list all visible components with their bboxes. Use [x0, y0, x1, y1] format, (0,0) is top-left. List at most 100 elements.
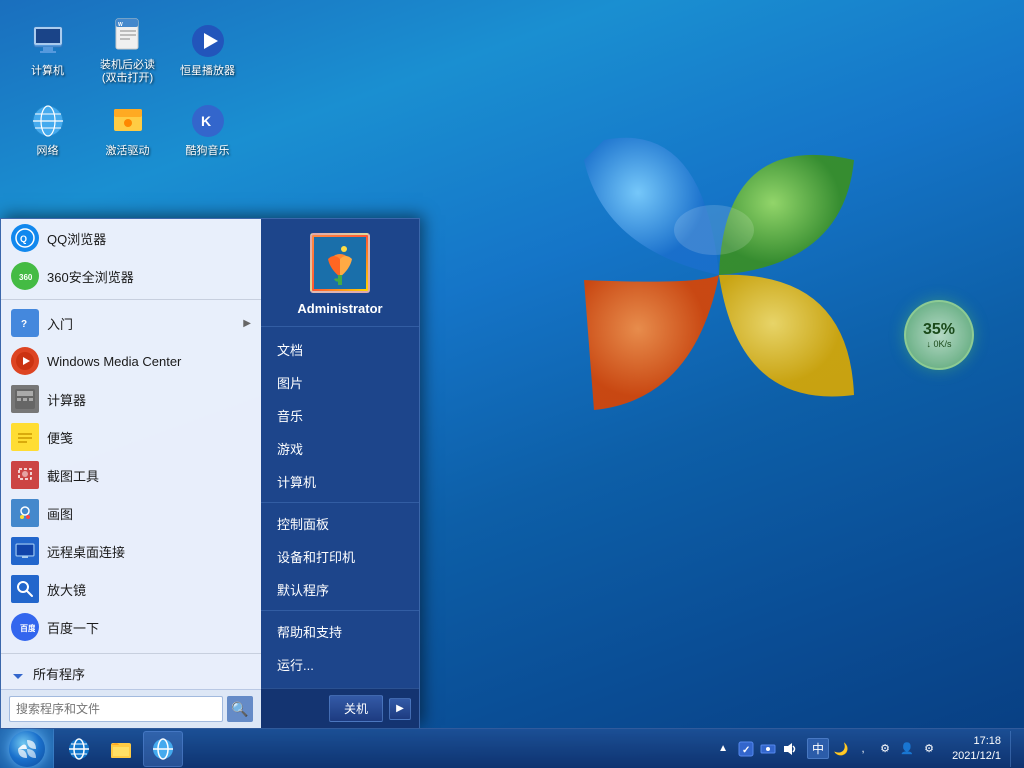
network-label: 网络: [37, 145, 59, 158]
svg-text:360: 360: [19, 273, 33, 282]
menu-item-wmc[interactable]: Windows Media Center: [1, 342, 261, 380]
baidu-label: 百度一下: [47, 618, 251, 637]
desktop-icon-network[interactable]: 网络: [10, 90, 85, 170]
desktop-icon-activate[interactable]: 激活驱动: [90, 90, 165, 170]
menu-item-remote[interactable]: 远程桌面连接: [1, 532, 261, 570]
clock[interactable]: 17:18 2021/12/1: [946, 734, 1007, 763]
start-button[interactable]: [0, 729, 54, 768]
tray-network-icon[interactable]: [758, 739, 778, 759]
wmc-icon: [11, 347, 39, 375]
svg-text:K: K: [201, 113, 211, 129]
right-menu-help[interactable]: 帮助和支持: [261, 615, 419, 648]
perf-speed: ↓ 0K/s: [926, 339, 951, 349]
system-tray: ▲ ✓ 中 🌙 , ⚙: [707, 729, 1024, 768]
tray-volume-icon[interactable]: [780, 739, 800, 759]
menu-item-calculator[interactable]: 计算器: [1, 380, 261, 418]
ime-button[interactable]: 中: [807, 738, 829, 759]
shutdown-arrow[interactable]: ▶: [389, 698, 411, 720]
activate-icon: [108, 101, 148, 141]
user-section: Administrator: [261, 219, 419, 327]
ime-indicator: 中 🌙 , ⚙ 👤 ⚙: [807, 738, 939, 759]
menu-item-intro[interactable]: ? 入门 ▶: [1, 304, 261, 342]
ie2-icon: [151, 737, 175, 761]
taskbar-pinned-items: [54, 729, 707, 768]
right-menu-computer[interactable]: 计算机: [261, 465, 419, 498]
left-panel-items: Q QQ浏览器 360 360安全浏览器: [1, 219, 261, 649]
shutdown-button[interactable]: 关机: [329, 695, 383, 722]
right-menu-music[interactable]: 音乐: [261, 399, 419, 432]
menu-item-snip[interactable]: 截图工具: [1, 456, 261, 494]
ime-extra-2[interactable]: ⚙: [875, 739, 895, 759]
menu-item-360-browser[interactable]: 360 360安全浏览器: [1, 257, 261, 295]
perf-percent: 35%: [923, 321, 955, 339]
show-desktop-button[interactable]: [1010, 731, 1018, 767]
taskbar-explorer[interactable]: [101, 731, 141, 767]
right-menu-devices[interactable]: 设备和打印机: [261, 540, 419, 573]
intro-label: 入门: [47, 314, 235, 333]
menu-item-baidu[interactable]: 百度 百度一下: [1, 608, 261, 646]
desktop-icon-row-2: 网络 激活驱动 K: [10, 90, 245, 170]
baidu-icon: 百度: [11, 613, 39, 641]
right-menu-default-prog[interactable]: 默认程序: [261, 573, 419, 606]
start-orb: [9, 731, 45, 767]
right-separator-2: [261, 610, 419, 611]
snip-icon: [11, 461, 39, 489]
right-menu-picture[interactable]: 图片: [261, 366, 419, 399]
desktop-icon-hengxing[interactable]: 恒星播放器: [170, 10, 245, 90]
taskbar-ie2[interactable]: [143, 731, 183, 767]
desktop-icon-kkdog[interactable]: K 酷狗音乐: [170, 90, 245, 170]
sticky-icon: [11, 423, 39, 451]
kkdog-icon: K: [188, 101, 228, 141]
svg-text:?: ?: [21, 319, 27, 330]
svg-text:Q: Q: [20, 234, 27, 244]
desktop-icon-row-1: 计算机 W 装机后必读(双击打开): [10, 10, 245, 90]
start-menu: Q QQ浏览器 360 360安全浏览器: [0, 218, 420, 728]
desktop-icon-setup[interactable]: W 装机后必读(双击打开): [90, 10, 165, 90]
start-menu-right-panel: Administrator 文档 图片 音乐 游戏: [261, 219, 419, 728]
windows-logo: [544, 100, 894, 450]
svg-text:百度: 百度: [20, 623, 35, 633]
search-input[interactable]: [9, 696, 223, 722]
360-browser-icon: 360: [11, 262, 39, 290]
menu-item-sticky[interactable]: 便笺: [1, 418, 261, 456]
right-menu-run[interactable]: 运行...: [261, 648, 419, 681]
all-programs-icon: [11, 667, 25, 681]
taskbar: ▲ ✓ 中 🌙 , ⚙: [0, 728, 1024, 768]
magnifier-icon: [11, 575, 39, 603]
menu-item-paint[interactable]: 画图: [1, 494, 261, 532]
tray-icons: ✓: [736, 739, 800, 759]
start-menu-left-panel: Q QQ浏览器 360 360安全浏览器: [1, 219, 261, 728]
performance-widget[interactable]: 35% ↓ 0K/s: [904, 300, 974, 370]
snip-label: 截图工具: [47, 466, 251, 485]
desktop-icon-computer[interactable]: 计算机: [10, 10, 85, 90]
right-menu-doc[interactable]: 文档: [261, 333, 419, 366]
user-avatar[interactable]: [310, 233, 370, 293]
ime-extra-1[interactable]: ,: [853, 739, 873, 759]
svg-text:✓: ✓: [742, 745, 750, 756]
paint-icon: [11, 499, 39, 527]
menu-item-magnifier[interactable]: 放大镜: [1, 570, 261, 608]
tray-expand-button[interactable]: ▲: [713, 739, 733, 759]
hengxing-icon: [188, 21, 228, 61]
remote-icon: [11, 537, 39, 565]
search-button[interactable]: 🔍: [227, 696, 253, 722]
all-programs-label: 所有程序: [33, 664, 251, 683]
network-icon: [28, 101, 68, 141]
all-programs-item[interactable]: 所有程序: [1, 658, 261, 689]
computer-label: 计算机: [31, 65, 64, 78]
right-menu-games[interactable]: 游戏: [261, 432, 419, 465]
taskbar-ie[interactable]: [59, 731, 99, 767]
right-menu-control[interactable]: 控制面板: [261, 507, 419, 540]
ime-moon-icon[interactable]: 🌙: [831, 739, 851, 759]
intro-icon: ?: [11, 309, 39, 337]
activate-label: 激活驱动: [106, 145, 150, 158]
kkdog-label: 酷狗音乐: [186, 145, 230, 158]
tray-notification-icon[interactable]: ✓: [736, 739, 756, 759]
ime-user-icon[interactable]: 👤: [897, 739, 917, 759]
explorer-icon: [109, 737, 133, 761]
hengxing-label: 恒星播放器: [180, 65, 235, 78]
qq-browser-label: QQ浏览器: [47, 229, 251, 248]
ime-settings-icon[interactable]: ⚙: [919, 739, 939, 759]
menu-item-qq-browser[interactable]: Q QQ浏览器: [1, 219, 261, 257]
start-menu-body: Q QQ浏览器 360 360安全浏览器: [1, 219, 419, 728]
